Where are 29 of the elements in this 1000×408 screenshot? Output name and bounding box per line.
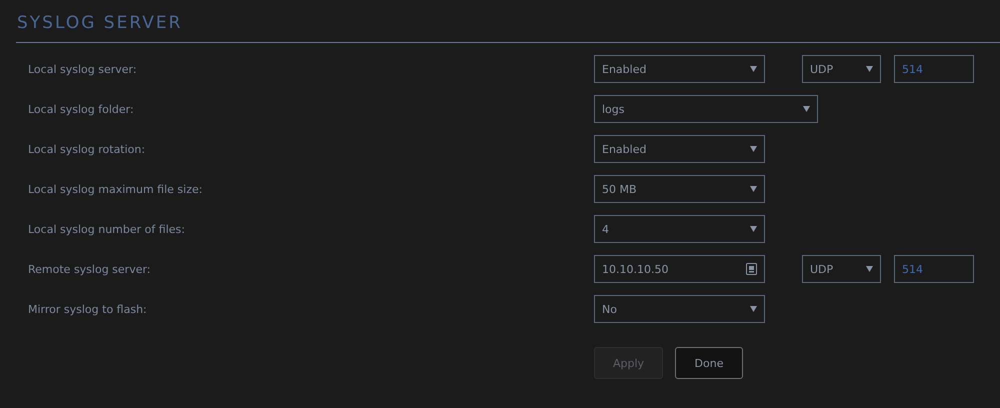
address-book-icon (746, 263, 757, 275)
dropdown[interactable]: Enabled (594, 135, 765, 163)
port-field[interactable]: 514 (894, 255, 974, 283)
field-label: Local syslog rotation: (27, 142, 146, 156)
dropdown[interactable]: logs (594, 95, 818, 123)
dropdown[interactable]: 50 MB (594, 175, 765, 203)
dropdown[interactable]: UDP (802, 55, 881, 83)
caret-icon (750, 306, 757, 312)
page-title: SYSLOG SERVER (17, 12, 184, 34)
dropdown[interactable]: 4 (594, 215, 765, 243)
field-label: Local syslog number of files: (27, 222, 186, 236)
caret-icon (750, 146, 757, 152)
port-field[interactable]: 514 (894, 55, 974, 83)
dropdown[interactable]: No (594, 295, 765, 323)
field-label: Local syslog folder: (27, 102, 135, 116)
field-label: Mirror syslog to flash: (27, 302, 148, 316)
input-field[interactable]: 10.10.10.50 (594, 255, 765, 283)
field-label: Remote syslog server: (27, 262, 152, 276)
field-label: Local syslog maximum file size: (27, 182, 204, 196)
dropdown[interactable]: Enabled (594, 55, 765, 83)
caret-icon (803, 106, 810, 112)
field-label: Local syslog server: (27, 62, 138, 76)
caret-icon (866, 266, 873, 272)
caret-icon (750, 226, 757, 232)
caret-icon (866, 66, 873, 72)
dropdown[interactable]: UDP (802, 255, 881, 283)
done-button[interactable]: Done (675, 347, 743, 379)
caret-icon (750, 186, 757, 192)
caret-icon (750, 66, 757, 72)
